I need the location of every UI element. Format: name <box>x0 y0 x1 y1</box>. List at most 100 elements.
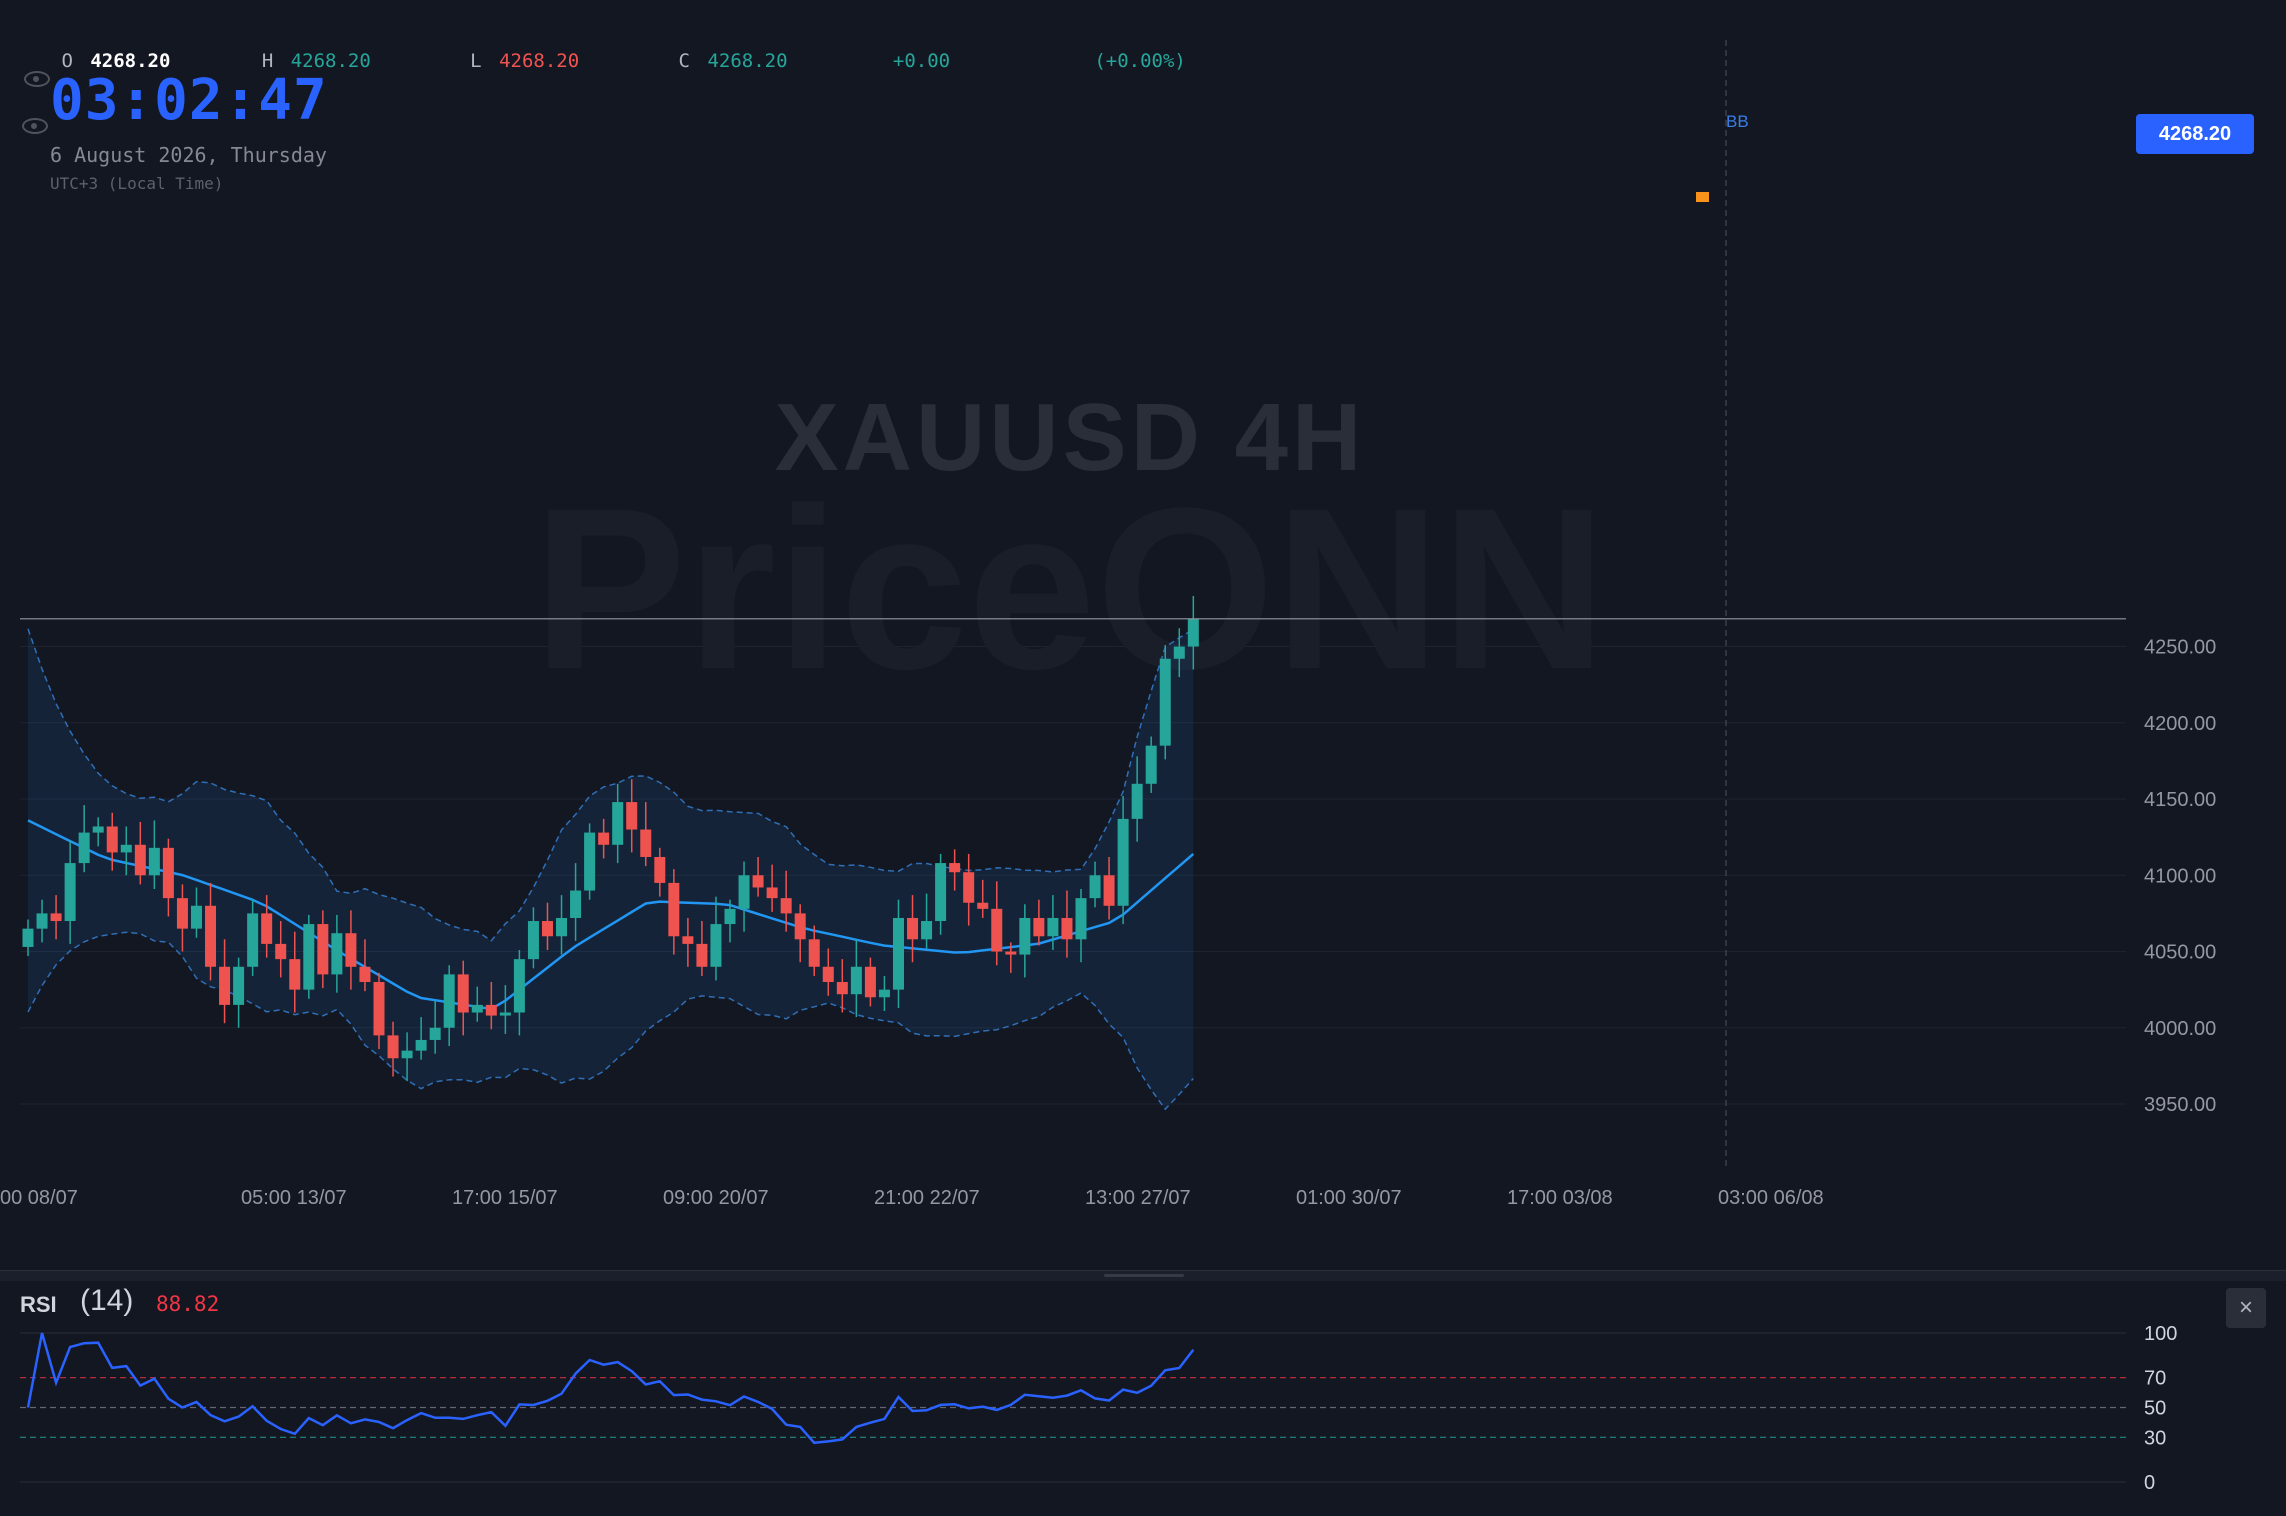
timezone-text: UTC+3 (Local Time) <box>50 174 224 193</box>
candle <box>710 924 722 967</box>
candle <box>766 887 778 899</box>
candle <box>457 974 469 1013</box>
candle <box>219 966 231 1005</box>
rsi-tick-label: 50 <box>2144 1398 2166 1420</box>
candle <box>513 959 525 1013</box>
candle <box>1159 658 1171 746</box>
candle <box>1047 917 1059 937</box>
candle <box>724 908 736 925</box>
change-percent: (+0.00%) <box>1094 50 1186 72</box>
candle <box>401 1050 413 1059</box>
candle <box>247 913 259 967</box>
x-tick-label: 03:00 06/08 <box>1718 1187 1824 1209</box>
candle <box>612 802 624 845</box>
candle <box>738 875 750 909</box>
rsi-line <box>26 1332 1195 1445</box>
y-tick-label: 4200.00 <box>2144 713 2216 735</box>
candle <box>794 913 806 940</box>
x-tick-label: 21:00 22/07 <box>874 1187 980 1209</box>
candle <box>541 921 553 937</box>
candle <box>1005 951 1017 955</box>
candle <box>36 913 48 929</box>
candle <box>864 966 876 998</box>
candle <box>64 863 76 922</box>
candle <box>850 966 862 995</box>
candle <box>640 829 652 857</box>
candle <box>106 826 118 853</box>
x-tick-label: 17:00 15/07 <box>452 1187 558 1209</box>
candle <box>907 917 919 940</box>
candle <box>359 966 371 983</box>
candle <box>598 832 610 845</box>
candle <box>443 974 455 1028</box>
candle <box>949 863 961 873</box>
candle <box>836 982 848 995</box>
candle <box>935 863 947 922</box>
candle <box>50 913 62 922</box>
x-tick-label: 09:00 20/07 <box>663 1187 769 1209</box>
candle <box>162 847 174 899</box>
candle <box>429 1027 441 1040</box>
candle <box>22 928 34 947</box>
candle <box>991 908 1003 952</box>
candle <box>808 939 820 967</box>
candle <box>822 966 834 983</box>
resize-handle[interactable] <box>1104 1274 1184 1277</box>
x-tick-label: 13:00 27/07 <box>1085 1187 1191 1209</box>
candle <box>696 943 708 967</box>
rsi-tick-label: 100 <box>2144 1323 2177 1345</box>
x-tick-label: 01:00 30/07 <box>1296 1187 1402 1209</box>
candle <box>892 917 904 990</box>
price-chart[interactable]: 3950.00 4000.00 4050.00 4100.00 4150.00 4200.… <box>0 0 2286 1270</box>
y-tick-label: 3950.00 <box>2144 1094 2216 1116</box>
visibility-icon-2[interactable] <box>22 118 48 134</box>
y-tick-label: 4150.00 <box>2144 789 2216 811</box>
y-tick-label: 4250.00 <box>2144 637 2216 659</box>
candle <box>176 898 188 929</box>
close-value: 4268.20 <box>707 50 788 72</box>
candle <box>752 875 764 888</box>
y-tick-label: 4000.00 <box>2144 1018 2216 1040</box>
close-icon[interactable]: × <box>2226 1288 2266 1328</box>
candle <box>303 924 315 990</box>
rsi-tick-label: 70 <box>2144 1368 2166 1390</box>
x-tick-label: 05:00 13/07 <box>241 1187 347 1209</box>
bollinger-label: BB <box>1726 112 1749 131</box>
candle <box>415 1039 427 1051</box>
candle <box>134 844 146 876</box>
candle <box>317 924 329 975</box>
candle <box>977 902 989 909</box>
candle <box>682 936 694 944</box>
watermark-brand: PriceONN <box>533 460 1607 717</box>
rsi-value: 88.82 <box>156 1292 220 1316</box>
candle <box>626 802 638 830</box>
candle <box>78 832 90 864</box>
candle <box>1033 917 1045 937</box>
candle <box>1061 917 1073 940</box>
x-tick-label: 00 08/07 <box>0 1187 78 1209</box>
signal-marker <box>1696 192 1709 202</box>
candle <box>527 921 539 960</box>
low-label: L <box>470 50 482 72</box>
candle <box>1075 898 1087 940</box>
rsi-pane[interactable]: 100 70 50 30 0 <box>0 1280 2286 1516</box>
candle <box>233 966 245 1005</box>
candle <box>331 933 343 975</box>
candle <box>1117 818 1129 906</box>
candle <box>584 832 596 891</box>
countdown-clock: 03:02:47 <box>50 68 328 133</box>
candle <box>1089 875 1101 899</box>
candle <box>878 989 890 998</box>
candle <box>963 872 975 903</box>
candle <box>1145 745 1157 784</box>
visibility-icon[interactable] <box>24 71 50 87</box>
rsi-tick-label: 30 <box>2144 1427 2166 1449</box>
low-value: 4268.20 <box>499 50 580 72</box>
candle <box>780 898 792 914</box>
candle <box>148 847 160 876</box>
rsi-length: (14) <box>80 1284 134 1317</box>
date-text: 6 August 2026, Thursday <box>50 143 327 167</box>
candle <box>275 943 287 960</box>
candle <box>1019 917 1031 955</box>
candle <box>373 982 385 1036</box>
